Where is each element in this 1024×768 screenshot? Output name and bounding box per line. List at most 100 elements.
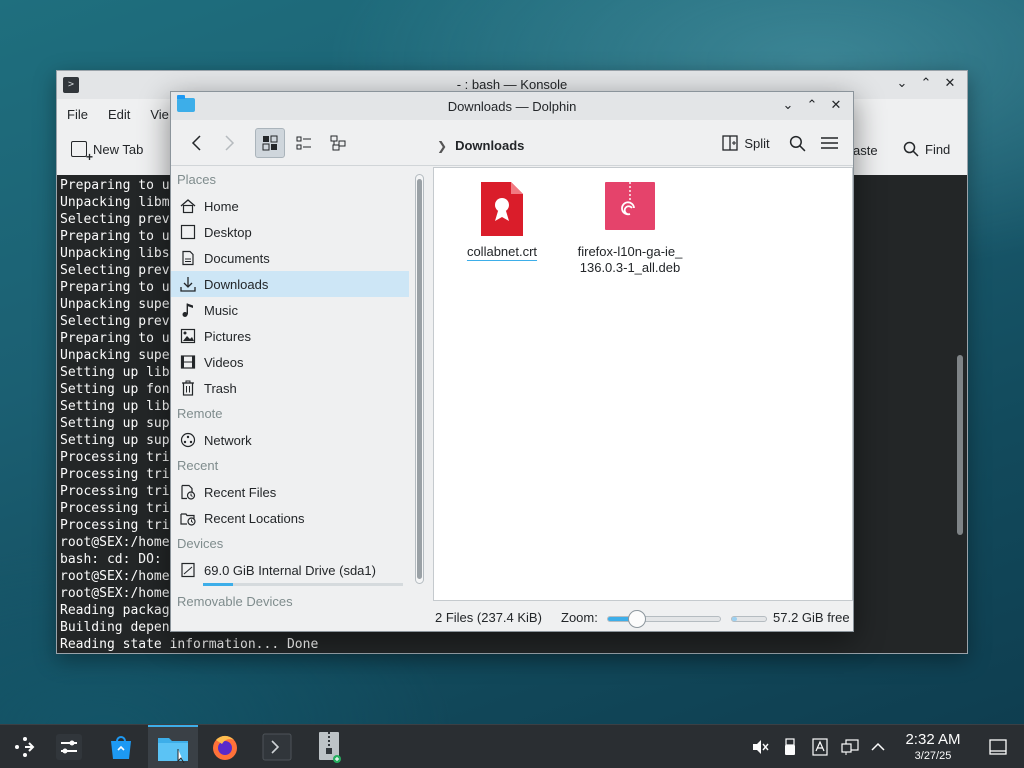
- dolphin-taskbar-button[interactable]: [148, 725, 198, 768]
- sidebar-item-label: Downloads: [204, 276, 269, 292]
- chevron-right-icon: [225, 135, 235, 151]
- close-icon[interactable]: ✕: [827, 96, 845, 114]
- new-tab-button[interactable]: New Tab: [71, 141, 144, 164]
- sidebar-item-home[interactable]: Home: [171, 193, 409, 219]
- icons-view-button[interactable]: [255, 128, 285, 158]
- chevron-right-icon: ❯: [437, 138, 448, 153]
- sidebar-item-music[interactable]: Music: [171, 297, 409, 323]
- close-icon[interactable]: ✕: [941, 75, 959, 93]
- breadcrumb-current[interactable]: Downloads: [455, 138, 524, 153]
- sidebar-item-label: Network: [204, 432, 252, 448]
- konsole-title: - : bash — Konsole: [456, 77, 568, 92]
- find-button[interactable]: Find: [903, 141, 950, 157]
- menu-view[interactable]: Vie: [150, 107, 169, 122]
- sidebar-item-label: Pictures: [204, 328, 251, 344]
- clock-time: 2:32 AM: [905, 731, 961, 748]
- sidebar-item-downloads[interactable]: Downloads: [171, 271, 409, 297]
- documents-icon: [179, 250, 196, 267]
- new-tab-label: New Tab: [93, 141, 144, 157]
- section-title-recent: Recent: [177, 458, 219, 473]
- file-item[interactable]: firefox-l10n-ga-ie_ 136.0.3-1_all.deb: [570, 180, 690, 276]
- sidebar-item-recent-locations[interactable]: Recent Locations: [171, 505, 409, 531]
- sidebar-item-videos[interactable]: Videos: [171, 349, 409, 375]
- sidebar-item-documents[interactable]: Documents: [171, 245, 409, 271]
- system-settings-button[interactable]: [44, 725, 94, 768]
- details-view-button[interactable]: [323, 128, 353, 158]
- forward-button[interactable]: [215, 128, 243, 158]
- file-name-line: firefox-l10n-ga-ie_: [577, 244, 683, 259]
- discover-store-icon: [111, 736, 131, 759]
- recent-files-icon: [179, 484, 196, 501]
- tree-view-icon: [330, 135, 346, 151]
- terminal-scrollbar[interactable]: [957, 355, 963, 535]
- file-item[interactable]: collabnet.crt: [442, 180, 562, 260]
- zoom-slider-handle[interactable]: [627, 610, 646, 628]
- dolphin-window[interactable]: Downloads — Dolphin ⌄ ⌃ ✕ ❯ Downloads Sp: [170, 91, 854, 632]
- maximize-icon[interactable]: ⌃: [917, 75, 935, 93]
- pictures-icon: [179, 328, 196, 345]
- menu-edit[interactable]: Edit: [108, 107, 130, 122]
- maximize-icon[interactable]: ⌃: [803, 96, 821, 114]
- status-bar: 2 Files (237.4 KiB) Zoom: 57.2 GiB free: [433, 605, 853, 631]
- sidebar-item-internal-drive[interactable]: 69.0 GiB Internal Drive (sda1): [171, 557, 409, 583]
- sidebar-item-recent-files[interactable]: Recent Files: [171, 479, 409, 505]
- hamburger-icon: [820, 137, 838, 149]
- firefox-button[interactable]: [200, 725, 250, 768]
- sidebar-item-label: Music: [204, 302, 238, 318]
- archive-manager-button[interactable]: [304, 725, 354, 768]
- back-button[interactable]: [183, 128, 211, 158]
- sidebar-item-label: Recent Files: [204, 484, 277, 500]
- minimize-icon[interactable]: ⌄: [893, 75, 911, 93]
- file-view[interactable]: collabnet.crt firefox-l10n-ga-ie_ 136.0.…: [433, 167, 853, 601]
- section-title-removable-devices: Removable Devices: [177, 594, 293, 609]
- downloads-icon: [179, 276, 196, 293]
- sidebar-item-label: Documents: [204, 250, 270, 266]
- hamburger-menu-button[interactable]: [817, 128, 841, 158]
- chevron-up-icon[interactable]: [868, 737, 888, 757]
- menu-file[interactable]: File: [67, 107, 88, 122]
- file-count-label: 2 Files (237.4 KiB): [435, 610, 542, 625]
- minimize-icon[interactable]: ⌄: [779, 96, 797, 114]
- network-wired-icon[interactable]: [840, 737, 860, 757]
- breadcrumb[interactable]: ❯ Downloads: [437, 138, 524, 153]
- sidebar-item-label: Desktop: [204, 224, 252, 240]
- sidebar-item-pictures[interactable]: Pictures: [171, 323, 409, 349]
- firefox-icon: [213, 735, 237, 760]
- search-button[interactable]: [785, 128, 809, 158]
- archive-icon: [319, 732, 341, 763]
- debian-package-icon: [604, 180, 656, 236]
- search-icon: [903, 141, 919, 157]
- show-desktop-icon[interactable]: [988, 737, 1008, 757]
- app-launcher-button[interactable]: [0, 725, 50, 768]
- sidebar-item-label: Recent Locations: [204, 510, 305, 526]
- sidebar-item-network[interactable]: Network: [171, 427, 409, 453]
- split-label: Split: [744, 135, 770, 151]
- home-icon: [179, 198, 196, 215]
- sidebar-item-desktop[interactable]: Desktop: [171, 219, 409, 245]
- discover-button[interactable]: [96, 725, 146, 768]
- clock[interactable]: 2:32 AM 3/27/25: [896, 731, 970, 763]
- input-method-icon[interactable]: [810, 737, 830, 757]
- dolphin-titlebar[interactable]: Downloads — Dolphin ⌄ ⌃ ✕: [171, 92, 853, 120]
- volume-muted-icon[interactable]: [750, 737, 770, 757]
- sidebar-scrollbar[interactable]: [415, 174, 424, 584]
- zoom-slider[interactable]: [607, 610, 721, 628]
- sidebar-item-label: Trash: [204, 380, 237, 396]
- find-label: Find: [925, 141, 951, 157]
- konsole-icon: [262, 733, 292, 761]
- sidebar-item-trash[interactable]: Trash: [171, 375, 409, 401]
- places-panel: Places Home Desktop Documents Downloads …: [171, 167, 409, 613]
- konsole-taskbar-button[interactable]: [252, 725, 302, 768]
- desktop-icon: [179, 224, 196, 241]
- sidebar-item-label: 69.0 GiB Internal Drive (sda1): [204, 562, 376, 578]
- search-icon: [789, 135, 805, 151]
- file-name-line: 136.0.3-1_all.deb: [579, 260, 681, 275]
- removable-device-icon[interactable]: [780, 737, 800, 757]
- compact-view-icon: [296, 136, 311, 150]
- certificate-file-icon: [479, 180, 525, 236]
- split-button[interactable]: Split: [719, 128, 773, 158]
- taskbar: 2:32 AM 3/27/25: [0, 724, 1024, 768]
- paste-button[interactable]: aste: [853, 143, 878, 158]
- network-icon: [179, 432, 196, 449]
- compact-view-button[interactable]: [289, 128, 319, 158]
